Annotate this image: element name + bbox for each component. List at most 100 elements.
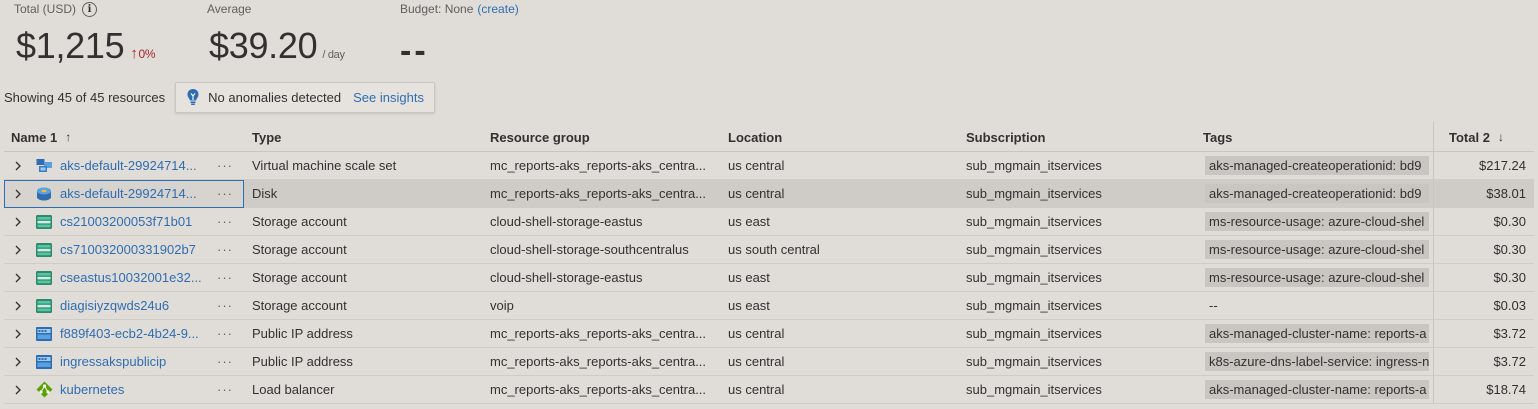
resource-subscription: sub_mgmain_itservices [966,270,1102,285]
arrow-up-icon: ↑ [130,45,138,62]
more-options-button[interactable]: ··· [217,320,233,347]
table-row[interactable]: cs21003200053f71b01 ··· Storage account clo… [4,208,1534,236]
grid-body: aks-default-29924714... ··· Virtual machin… [4,152,1534,404]
more-options-button[interactable]: ··· [217,152,233,179]
tag-pill: -- [1209,298,1218,313]
table-row[interactable]: cs710032000331902b7 ··· Storage account clo… [4,236,1534,264]
column-location-label: Location [728,129,783,145]
resource-name-link[interactable]: diagisiyzqwds24u6 [60,292,208,319]
chevron-right-icon[interactable] [14,264,24,291]
average-kpi: Average $39.20 / day [207,0,345,67]
trend-indicator: ↑ 0% [130,45,155,62]
chevron-right-icon[interactable] [14,320,24,347]
chevron-right-icon[interactable] [14,376,24,403]
resource-tags: ms-resource-usage: azure-cloud-shel [1205,236,1429,263]
table-row[interactable]: f889f403-ecb2-4b24-9... ··· Public IP addr… [4,320,1534,348]
resource-tags: aks-managed-cluster-name: reports-a [1205,376,1429,403]
table-row[interactable]: ingressakspublicip ··· Public IP address mc… [4,348,1534,376]
resource-name-link[interactable]: cs21003200053f71b01 [60,208,208,235]
create-budget-link[interactable]: (create) [477,2,518,16]
see-insights-link[interactable]: See insights [353,90,424,105]
column-header-type[interactable]: Type [252,122,281,152]
table-row[interactable]: cseastus10032001e32... ··· Storage account… [4,264,1534,292]
resource-location: us central [728,158,785,173]
column-divider [1433,376,1434,404]
resource-group: mc_reports-aks_reports-aks_centra... [490,186,707,201]
trend-percent: 0% [138,47,156,61]
chevron-right-icon[interactable] [14,180,24,207]
column-divider [1433,348,1434,376]
resource-total-cost: $38.01 [1486,186,1526,201]
resource-name-link[interactable]: aks-default-29924714... [60,180,208,207]
resource-name-link[interactable]: ingressakspublicip [60,348,208,375]
chevron-right-icon[interactable] [14,152,24,179]
column-header-subscription[interactable]: Subscription [966,122,1045,152]
column-name-label: Name 1 [11,129,58,145]
resource-subscription: sub_mgmain_itservices [966,382,1102,397]
resource-type: Storage account [252,214,347,229]
table-row[interactable]: aks-default-29924714... ··· Virtual machin… [4,152,1534,180]
resource-subscription: sub_mgmain_itservices [966,298,1102,313]
more-options-button[interactable]: ··· [217,208,233,235]
resource-subscription: sub_mgmain_itservices [966,354,1102,369]
table-row[interactable]: aks-default-29924714... ··· Disk mc_reports… [4,180,1534,208]
column-header-group[interactable]: Resource group [490,122,590,152]
column-header-tags[interactable]: Tags [1203,122,1232,152]
resource-group: voip [490,298,514,313]
more-options-button[interactable]: ··· [217,348,233,375]
resource-group: cloud-shell-storage-eastus [490,270,643,285]
more-options-button[interactable]: ··· [217,236,233,263]
storage-icon [35,264,53,291]
resources-grid: Name 1 ↑ Type Resource group Location Su… [4,122,1534,404]
column-divider [1433,264,1434,292]
table-row[interactable]: diagisiyzqwds24u6 ··· Storage account voip u… [4,292,1534,320]
chevron-right-icon[interactable] [14,236,24,263]
resource-total-cost: $0.30 [1493,270,1526,285]
column-divider [1433,292,1434,320]
chevron-right-icon[interactable] [14,208,24,235]
column-header-total[interactable]: Total 2 ↓ [1449,122,1504,152]
resource-type: Disk [252,186,278,201]
column-divider [1433,236,1434,264]
lightbulb-icon [187,89,199,105]
info-icon[interactable]: i [82,1,98,17]
chevron-right-icon[interactable] [14,292,24,319]
column-total-label: Total 2 [1449,129,1490,145]
anomaly-insight-box: No anomalies detected See insights [175,81,435,113]
resource-location: us central [728,354,785,369]
disk-icon [35,180,53,207]
resource-name-link[interactable]: f889f403-ecb2-4b24-9... [60,320,208,347]
table-row[interactable]: kubernetes ··· Load balancer mc_reports-aks… [4,376,1534,404]
column-header-location[interactable]: Location [728,122,782,152]
resource-name-link[interactable]: cseastus10032001e32... [60,264,208,291]
column-divider[interactable] [1433,122,1434,152]
tag-pill: aks-managed-cluster-name: reports-a [1205,324,1429,343]
resource-name-link[interactable]: aks-default-29924714... [60,152,208,179]
resource-tags: k8s-azure-dns-label-service: ingress-n [1205,348,1429,375]
column-subscription-label: Subscription [966,129,1046,145]
resource-total-cost: $3.72 [1493,326,1526,341]
resource-total-cost: $0.30 [1493,242,1526,257]
total-value: $1,215 [16,25,125,66]
budget-label: Budget: None [400,2,474,16]
more-options-button[interactable]: ··· [217,292,233,319]
total-label: Total (USD) [14,2,77,16]
chevron-right-icon[interactable] [14,348,24,375]
resource-total-cost: $18.74 [1486,382,1526,397]
load-balancer-icon [35,376,53,403]
resource-name-link[interactable]: kubernetes [60,376,208,403]
resource-group: mc_reports-aks_reports-aks_centra... [490,354,707,369]
more-options-button[interactable]: ··· [217,180,233,207]
resource-tags: aks-managed-createoperationid: bd9 [1205,180,1429,207]
sort-ascending-icon: ↑ [65,130,72,144]
tag-pill: ms-resource-usage: azure-cloud-shel [1205,240,1429,259]
column-type-label: Type [252,129,282,145]
column-tags-label: Tags [1203,129,1233,145]
more-options-button[interactable]: ··· [217,264,233,291]
public-ip-icon [35,348,53,375]
resource-type: Load balancer [252,382,335,397]
column-header-name[interactable]: Name 1 ↑ [11,122,71,152]
resource-name-link[interactable]: cs710032000331902b7 [60,236,208,263]
tag-pill: aks-managed-createoperationid: bd9 [1205,156,1429,175]
more-options-button[interactable]: ··· [217,376,233,403]
